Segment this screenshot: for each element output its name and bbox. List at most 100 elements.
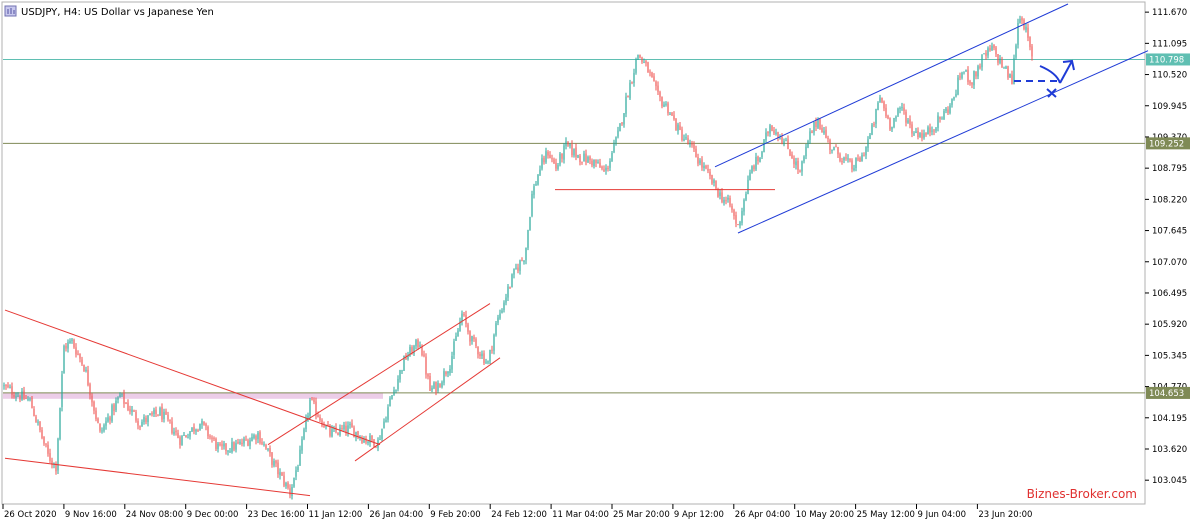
candle-body — [73, 339, 75, 348]
candle-body — [977, 66, 979, 77]
candle-body — [339, 427, 341, 436]
candle-body — [471, 336, 473, 342]
candle-body — [343, 424, 345, 430]
candle-body — [71, 339, 73, 341]
candle-body — [553, 159, 555, 164]
candle-body — [739, 222, 741, 226]
price-chart[interactable]: USDJPY, H4: US Dollar vs Japanese Yen 11… — [0, 0, 1200, 525]
candle-body — [957, 77, 959, 95]
candle-body — [175, 430, 177, 433]
candle-body — [709, 171, 711, 176]
candle-body — [1003, 67, 1005, 69]
candle-body — [167, 414, 169, 420]
candle-body — [599, 162, 601, 168]
candle-body — [477, 346, 479, 355]
candle-body — [933, 130, 935, 132]
candle-body — [891, 126, 893, 130]
candle-body — [47, 444, 49, 454]
candle-body — [37, 421, 39, 423]
candle-body — [693, 144, 695, 149]
candle-body — [571, 144, 573, 156]
candle-body — [227, 450, 229, 452]
candle-body — [541, 158, 543, 169]
candle-body — [813, 121, 815, 133]
candle-body — [625, 96, 627, 114]
candle-body — [635, 59, 637, 73]
candle-body — [883, 101, 885, 109]
candle-body — [729, 197, 731, 206]
candle-body — [789, 149, 791, 156]
candle-body — [517, 267, 519, 271]
candle-body — [871, 124, 873, 135]
candle-body — [837, 147, 839, 155]
candle-body — [145, 417, 147, 422]
candle-body — [389, 398, 391, 407]
candle-body — [1031, 46, 1033, 57]
candle-body — [577, 155, 579, 158]
candle-body — [949, 105, 951, 114]
candle-body — [959, 76, 961, 78]
candle-body — [291, 487, 293, 496]
candle-body — [945, 108, 947, 111]
candle-body — [623, 113, 625, 125]
candle-body — [43, 437, 45, 444]
candle-body — [909, 119, 911, 125]
candle-body — [217, 443, 219, 449]
candle-body — [687, 138, 689, 144]
candle-body — [533, 186, 535, 195]
candle-body — [391, 395, 393, 400]
candle-body — [743, 200, 745, 212]
candle-body — [197, 430, 199, 432]
candle-body — [521, 260, 523, 262]
candle-body — [1005, 66, 1007, 69]
candle-body — [943, 110, 945, 119]
candle-body — [23, 390, 25, 399]
candle-body — [279, 472, 281, 476]
candle-body — [489, 349, 491, 362]
candle-body — [441, 382, 443, 387]
candle-body — [11, 386, 13, 395]
candle-body — [439, 383, 441, 388]
candle-body — [877, 102, 879, 111]
candle-body — [501, 310, 503, 313]
candle-body — [259, 432, 261, 443]
candle-body — [237, 442, 239, 444]
candle-body — [27, 399, 29, 401]
candle-body — [303, 429, 305, 439]
candle-body — [1029, 36, 1031, 48]
candle-body — [951, 98, 953, 105]
candle-body — [65, 345, 67, 349]
candle-body — [1027, 27, 1029, 38]
candle-body — [915, 131, 917, 133]
candle-body — [127, 402, 129, 410]
candle-body — [929, 127, 931, 133]
y-tick-label: 103.620 — [1152, 445, 1187, 455]
candle-body — [879, 97, 881, 103]
candle-body — [787, 139, 789, 149]
candle-body — [539, 169, 541, 175]
candle-body — [485, 361, 487, 363]
candle-body — [85, 369, 87, 371]
candle-body — [523, 261, 525, 263]
candle-body — [265, 445, 267, 449]
candle-body — [401, 370, 403, 372]
candle-body — [15, 396, 17, 398]
candle-body — [503, 302, 505, 311]
candle-body — [461, 313, 463, 322]
candle-body — [595, 159, 597, 164]
x-tick-label: 23 Jun 20:00 — [978, 510, 1032, 520]
candle-body — [923, 133, 925, 138]
candle-body — [39, 421, 41, 431]
candle-body — [791, 154, 793, 159]
candle-body — [573, 148, 575, 156]
candle-body — [647, 62, 649, 73]
candle-body — [901, 107, 903, 109]
candle-body — [365, 438, 367, 443]
candle-body — [725, 200, 727, 202]
candle-body — [937, 115, 939, 128]
candle-body — [147, 415, 149, 423]
candle-body — [563, 145, 565, 160]
candle-body — [587, 156, 589, 163]
candle-body — [111, 405, 113, 422]
candle-body — [815, 121, 817, 128]
